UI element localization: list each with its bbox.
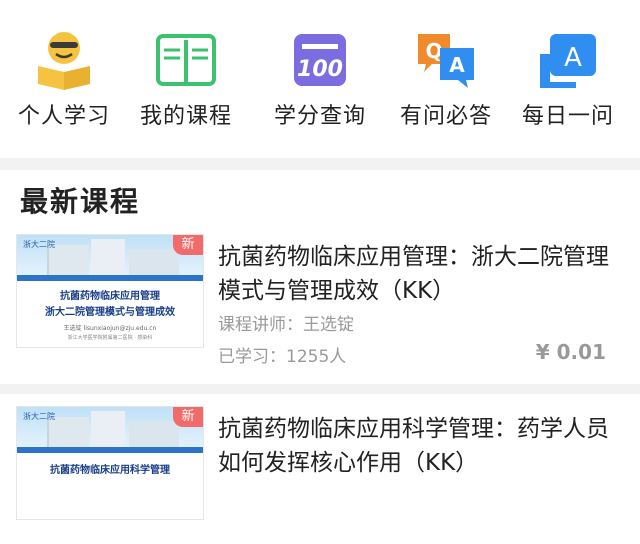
nav-item-personal-study[interactable]: 个人学习 [2, 22, 126, 132]
qa-bubbles-icon: Q A [414, 28, 478, 92]
course-learned-count: 已学习：1255人 [218, 347, 347, 367]
nav-item-label: 有问必答 [399, 104, 492, 129]
nav-item-label: 每日一问 [521, 104, 614, 129]
nav-item-qa[interactable]: Q A 有问必答 [384, 22, 508, 132]
section-title: 最新课程 [20, 185, 141, 218]
top-nav: 个人学习 我的课程 100 学分查询 Q A 有问必答 A 每日一问 [0, 0, 640, 160]
new-badge: 新 [173, 407, 203, 427]
svg-text:A: A [449, 53, 465, 77]
thumbnail-line: 浙江大学医学院附属第二医院 · 感染科 [67, 335, 153, 341]
section-divider [0, 158, 640, 170]
course-price: ¥ 0.01 [535, 340, 606, 364]
course-card[interactable]: 浙大二院 抗菌药物临床应用科学管理 新 抗菌药物临床应用科学管理：药学人员如何发… [0, 394, 640, 544]
svg-text:Q: Q [425, 39, 442, 63]
thumbnail-line: 浙大二院管理模式与管理成效 [45, 307, 175, 318]
thumbnail-line: 抗菌药物临床应用管理 [60, 291, 160, 302]
nav-item-label: 学分查询 [273, 104, 366, 129]
nav-item-label: 我的课程 [139, 104, 232, 129]
course-teacher: 课程讲师：王选锭 [218, 315, 354, 335]
thumbnail-hospital: 浙大二院 [23, 240, 55, 249]
course-thumbnail[interactable]: 浙大二院 抗菌药物临床应用管理 浙大二院管理模式与管理成效 王选锭 lisunx… [16, 234, 204, 348]
svg-text:100: 100 [297, 57, 343, 82]
nav-item-my-courses[interactable]: 我的课程 [124, 22, 248, 132]
daily-question-icon: A [536, 28, 600, 92]
reading-person-icon [32, 28, 96, 92]
open-book-icon [154, 28, 218, 92]
nav-item-label: 个人学习 [17, 104, 110, 129]
svg-text:A: A [564, 43, 582, 73]
course-card[interactable]: 浙大二院 抗菌药物临床应用管理 浙大二院管理模式与管理成效 王选锭 lisunx… [0, 226, 640, 376]
course-title[interactable]: 抗菌药物临床应用管理：浙大二院管理模式与管理成效（KK） [218, 240, 628, 308]
nav-item-daily-question[interactable]: A 每日一问 [506, 22, 630, 132]
nav-item-credit-query[interactable]: 100 学分查询 [258, 22, 382, 132]
thumbnail-line: 王选锭 lisunxiaojun@zju.edu.cn [63, 325, 157, 332]
course-thumbnail[interactable]: 浙大二院 抗菌药物临床应用科学管理 新 [16, 406, 204, 520]
card-divider [0, 384, 640, 394]
thumbnail-line: 抗菌药物临床应用科学管理 [50, 465, 170, 476]
new-badge: 新 [173, 235, 203, 255]
score-100-icon: 100 [288, 28, 352, 92]
course-title[interactable]: 抗菌药物临床应用科学管理：药学人员如何发挥核心作用（KK） [218, 412, 628, 480]
thumbnail-hospital: 浙大二院 [23, 412, 55, 421]
